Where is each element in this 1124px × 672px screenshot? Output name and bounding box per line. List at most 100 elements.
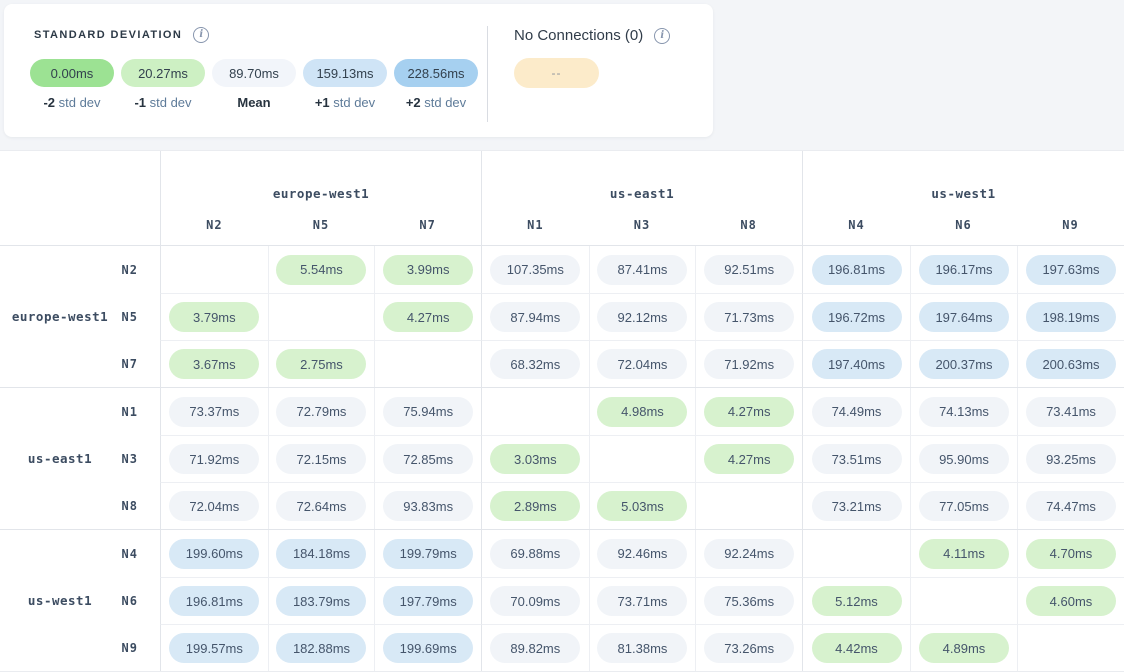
legend-labels: -2 std dev-1 std devMean+1 std dev+2 std… [30, 95, 478, 110]
latency-chip: 73.41ms [1026, 397, 1116, 427]
latency-chip: 200.63ms [1026, 349, 1116, 379]
matrix-cell: 69.88ms [482, 530, 589, 577]
latency-chip: 89.82ms [490, 633, 580, 663]
matrix-corner [0, 151, 160, 245]
latency-chip: 200.37ms [919, 349, 1009, 379]
matrix-cell: 75.94ms [374, 388, 481, 435]
cell-group: 3.03ms 4.27ms [481, 435, 802, 482]
matrix-cell: 81.38ms [589, 625, 696, 671]
latency-chip: 182.88ms [276, 633, 366, 663]
row-header: europe-west1N5 [0, 293, 160, 340]
matrix-cell: 73.71ms [589, 578, 696, 624]
latency-matrix: europe-west1N2N5N7us-east1N1N3N8us-west1… [0, 150, 1124, 672]
matrix-row: N9199.57ms182.88ms199.69ms89.82ms81.38ms… [0, 624, 1124, 671]
matrix-cell: 68.32ms [482, 341, 589, 387]
cell-group: 73.51ms95.90ms93.25ms [802, 435, 1124, 482]
legend-card: STANDARD DEVIATION i 0.00ms20.27ms89.70m… [4, 4, 713, 137]
latency-chip: 4.98ms [597, 397, 687, 427]
matrix-cell: 198.19ms [1017, 294, 1124, 340]
no-connections-label: No Connections (0) [514, 27, 643, 44]
latency-chip: 73.26ms [704, 633, 794, 663]
matrix-cell-empty [910, 578, 1017, 624]
latency-chip: 5.54ms [276, 255, 366, 285]
cell-group: 72.04ms72.64ms93.83ms [160, 482, 481, 529]
latency-chip: 73.37ms [169, 397, 259, 427]
column-node-label: N7 [374, 218, 481, 232]
latency-chip: 77.05ms [919, 491, 1009, 521]
row-header: N7 [0, 340, 160, 387]
latency-chip: 87.94ms [490, 302, 580, 332]
latency-chip: 3.03ms [490, 444, 580, 474]
matrix-cell: 196.81ms [161, 578, 268, 624]
cell-group: 196.72ms 197.64ms 198.19ms [802, 293, 1124, 340]
legend-chip: 159.13ms [303, 59, 387, 87]
no-connections-chip: -- [514, 58, 599, 88]
column-node-label: N6 [910, 218, 1017, 232]
matrix-cell: 4.27ms [695, 436, 802, 482]
matrix-cell: 199.79ms [374, 530, 481, 577]
latency-chip: 71.73ms [704, 302, 794, 332]
cell-group: 2.89ms5.03ms [481, 482, 802, 529]
matrix-cell: 3.03ms [482, 436, 589, 482]
latency-chip: 4.27ms [704, 397, 794, 427]
column-node-label: N8 [695, 218, 802, 232]
latency-chip: 184.18ms [276, 539, 366, 569]
row-region-label: us-west1 [0, 593, 120, 608]
latency-chip: 199.57ms [169, 633, 259, 663]
matrix-row: us-east1N371.92ms72.15ms72.85ms3.03ms4.2… [0, 435, 1124, 482]
column-node-label: N9 [1017, 218, 1124, 232]
cell-group: 4.98ms 4.27ms [481, 388, 802, 435]
matrix-cell: 87.41ms [589, 246, 696, 293]
row-header: N4 [0, 530, 160, 577]
row-group-us-west1: N4 199.60ms 184.18ms 199.79ms 69.88ms 92.46ms… [0, 529, 1124, 671]
latency-chip: 199.79ms [383, 539, 473, 569]
column-node-label: N5 [268, 218, 375, 232]
cell-group: 74.49ms74.13ms73.41ms [802, 388, 1124, 435]
cell-group: 5.54ms3.99ms [160, 246, 481, 293]
matrix-cell: 197.64ms [910, 294, 1017, 340]
legend-chip-label: Mean [212, 95, 296, 110]
matrix-cell: 89.82ms [482, 625, 589, 671]
matrix-row: N872.04ms72.64ms93.83ms2.89ms5.03ms73.21… [0, 482, 1124, 529]
row-header: N9 [0, 624, 160, 671]
matrix-cell: 4.42ms [803, 625, 910, 671]
matrix-row: N73.67ms2.75ms68.32ms72.04ms71.92ms197.4… [0, 340, 1124, 387]
column-region-label: us-east1 [482, 186, 802, 201]
cell-group: 4.11ms4.70ms [802, 530, 1124, 577]
matrix-cell: 3.79ms [161, 294, 268, 340]
matrix-cell: 87.94ms [482, 294, 589, 340]
row-node-label: N4 [122, 547, 138, 561]
cell-group: 3.79ms4.27ms [160, 293, 481, 340]
row-region-label: us-east1 [0, 451, 120, 466]
latency-chip: 197.40ms [812, 349, 902, 379]
matrix-cell: 70.09ms [482, 578, 589, 624]
latency-chip: 4.42ms [812, 633, 902, 663]
info-icon[interactable]: i [193, 27, 209, 43]
latency-chip: 72.04ms [597, 349, 687, 379]
matrix-cell: 73.21ms [803, 483, 910, 529]
latency-chip: 199.60ms [169, 539, 259, 569]
cell-group: 196.81ms196.17ms197.63ms [802, 246, 1124, 293]
latency-chip: 87.41ms [597, 255, 687, 285]
matrix-cell: 107.35ms [482, 246, 589, 293]
matrix-cell: 196.72ms [803, 294, 910, 340]
row-node-label: N7 [122, 357, 138, 371]
matrix-cell: 4.27ms [695, 388, 802, 435]
cell-group: 199.57ms182.88ms199.69ms [160, 624, 481, 671]
matrix-cell: 71.92ms [695, 341, 802, 387]
matrix-cell: 4.11ms [910, 530, 1017, 577]
standard-deviation-title: STANDARD DEVIATION [34, 29, 182, 41]
column-group-us-east1: us-east1N1N3N8 [481, 151, 802, 245]
info-icon[interactable]: i [654, 28, 670, 44]
latency-chip: 4.11ms [919, 539, 1009, 569]
matrix-row: europe-west1N53.79ms4.27ms87.94ms92.12ms… [0, 293, 1124, 340]
cell-group: 73.37ms72.79ms75.94ms [160, 388, 481, 435]
legend-chip-label: -2 std dev [30, 95, 114, 110]
matrix-cell: 73.37ms [161, 388, 268, 435]
matrix-cell: 72.85ms [374, 436, 481, 482]
latency-chip: 92.51ms [704, 255, 794, 285]
matrix-cell: 182.88ms [268, 625, 375, 671]
latency-chip: 92.46ms [597, 539, 687, 569]
legend-chip-label: +2 std dev [394, 95, 478, 110]
latency-chip: 197.64ms [919, 302, 1009, 332]
